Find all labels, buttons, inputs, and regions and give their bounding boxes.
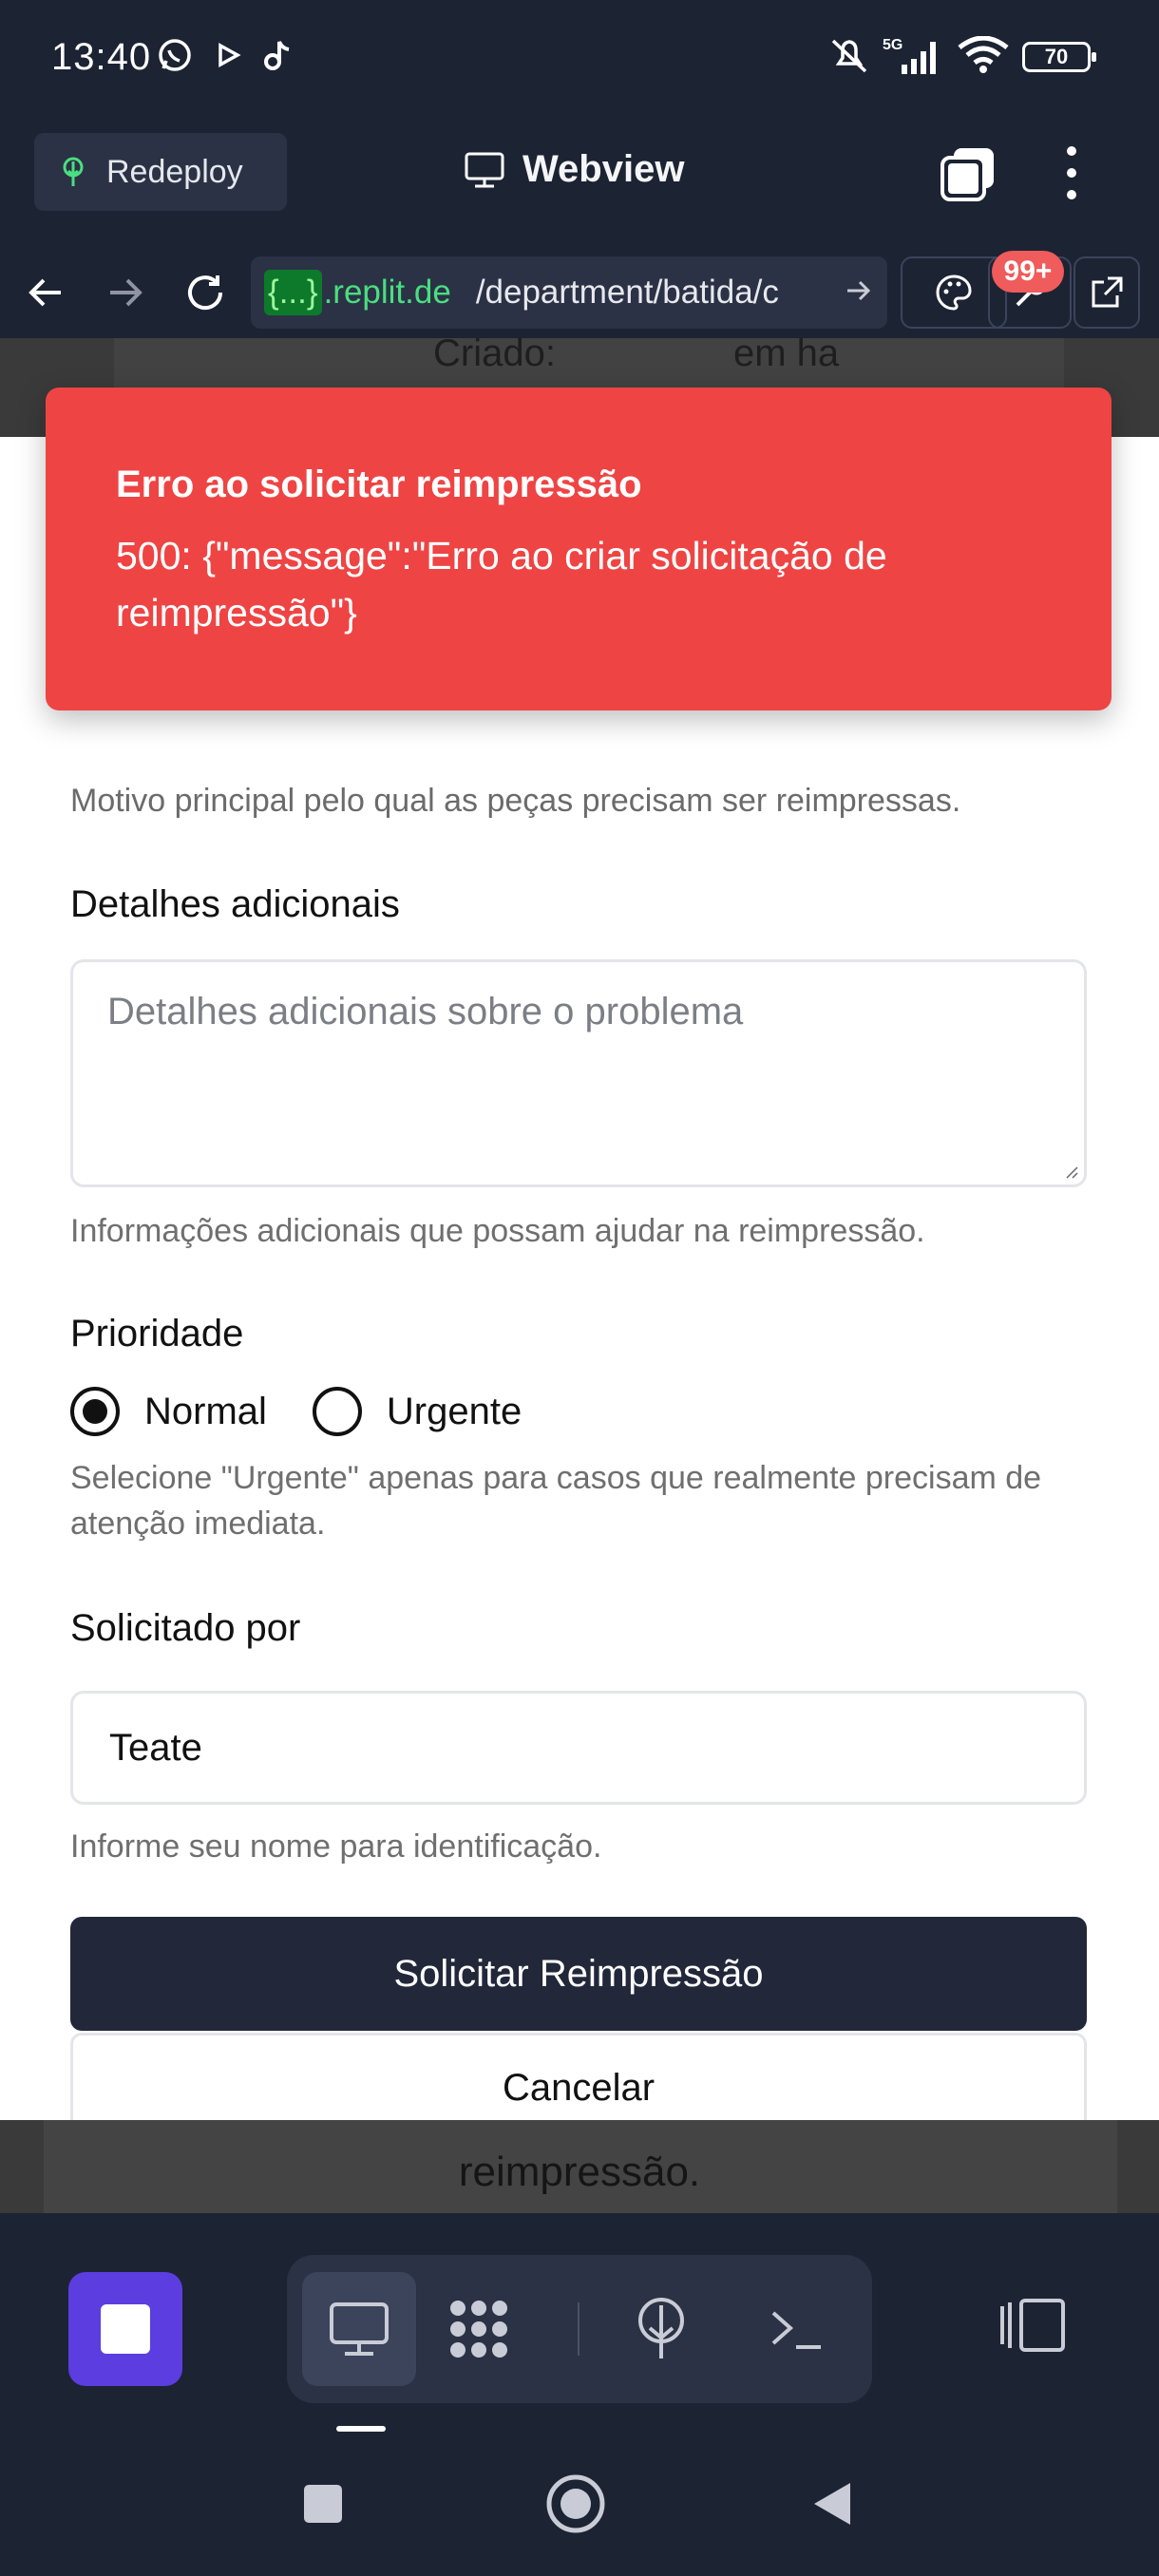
created-value: em ha <box>733 338 840 374</box>
signal-icon: 5G <box>880 34 946 76</box>
url-host: .replit.de <box>323 274 451 311</box>
requested-by-input[interactable]: Teate <box>70 1691 1087 1805</box>
url-go-icon[interactable] <box>844 275 874 314</box>
error-toast[interactable]: Erro ao solicitar reimpressão 500: {"mes… <box>46 388 1112 710</box>
requested-by-label: Solicitado por <box>70 1607 301 1649</box>
priority-urgent-label[interactable]: Urgente <box>387 1391 522 1433</box>
priority-normal-label[interactable]: Normal <box>144 1391 267 1433</box>
reason-help-text: Motivo principal pelo qual as peças prec… <box>70 783 961 819</box>
webview-icon <box>330 2302 389 2356</box>
url-host-pill: {...} <box>264 270 322 315</box>
priority-help: Selecione "Urgente" apenas para casos qu… <box>70 1460 1042 1542</box>
deploy-tool-button[interactable] <box>604 2272 718 2386</box>
wifi-icon <box>956 34 1011 76</box>
toolbar-indicator <box>336 2426 386 2432</box>
resize-handle-icon[interactable] <box>1065 1165 1078 1179</box>
status-time: 13:40 <box>51 36 152 78</box>
submit-reprint-button[interactable]: Solicitar Reimpressão <box>70 1917 1087 2031</box>
forward-icon[interactable] <box>97 264 154 321</box>
details-placeholder: Detalhes adicionais sobre o problema <box>107 991 744 1032</box>
webview-tool-button[interactable] <box>302 2272 416 2386</box>
priority-normal-radio[interactable] <box>70 1387 120 1436</box>
stop-button[interactable] <box>68 2272 182 2386</box>
url-input[interactable]: {...} .replit.de /department/batida/c <box>251 256 887 329</box>
tabs-icon <box>940 148 994 201</box>
workspace-tool-button[interactable] <box>422 2272 536 2386</box>
panel-icon <box>1000 2299 1065 2352</box>
toast-title: Erro ao solicitar reimpressão <box>116 464 642 505</box>
deploy-icon <box>638 2298 684 2358</box>
shell-icon <box>771 2311 821 2349</box>
workspace-icon <box>450 2301 507 2358</box>
deploy-icon <box>63 157 84 186</box>
open-external-button[interactable] <box>1074 256 1140 329</box>
back-button[interactable] <box>794 2466 870 2542</box>
priority-label: Prioridade <box>70 1313 244 1354</box>
redeploy-label: Redeploy <box>106 153 243 190</box>
monitor-icon <box>465 152 504 187</box>
replit-app-bar: Redeploy Webview <box>0 114 1159 228</box>
notification-badge: 99+ <box>992 251 1064 293</box>
requested-by-value: Teate <box>109 1726 202 1769</box>
back-icon[interactable] <box>17 264 74 321</box>
tab-title-label: Webview <box>522 148 685 190</box>
triangle-back-icon <box>814 2483 850 2525</box>
toast-message: 500: {"message":"Erro ao criar solicitaç… <box>116 534 887 635</box>
android-nav-bar <box>0 2437 1159 2576</box>
recents-button[interactable] <box>285 2466 361 2542</box>
page-overlay-bottom: reimpressão. <box>0 2120 1159 2214</box>
home-button[interactable] <box>538 2466 614 2542</box>
more-options-button[interactable] <box>1053 142 1091 203</box>
requested-by-help: Informe seu nome para identificação. <box>70 1828 602 1865</box>
details-textarea[interactable]: Detalhes adicionais sobre o problema <box>70 959 1087 1187</box>
url-path: /department/batida/c <box>475 274 779 311</box>
background-bottom-text: reimpressão. <box>458 2149 701 2195</box>
whatsapp-icon <box>152 34 198 76</box>
webview-tab-title[interactable]: Webview <box>464 148 684 191</box>
replit-toolbar <box>0 2213 1159 2437</box>
stop-icon <box>101 2304 150 2354</box>
priority-radio-group: Normal Urgente <box>70 1387 522 1436</box>
mute-icon <box>825 34 874 76</box>
battery-icon: 70 <box>1022 42 1096 72</box>
tiktok-icon <box>258 34 296 76</box>
priority-urgent-radio[interactable] <box>312 1387 362 1436</box>
created-label: Criado: <box>433 338 556 374</box>
svg-text:5G: 5G <box>883 37 902 53</box>
details-help: Informações adicionais que possam ajudar… <box>70 1213 925 1249</box>
reload-icon[interactable] <box>177 264 234 321</box>
tool-group <box>287 2255 872 2403</box>
external-link-icon <box>1092 276 1123 308</box>
tabs-switcher-button[interactable] <box>940 146 996 201</box>
status-bar: 13:40 5G 70 <box>0 0 1159 114</box>
shell-tool-button[interactable] <box>739 2272 853 2386</box>
details-label: Detalhes adicionais <box>70 883 400 925</box>
url-bar: {...} .replit.de /department/batida/c <box>0 237 1159 348</box>
panel-toggle-button[interactable] <box>994 2287 1070 2363</box>
play-icon <box>209 34 247 76</box>
square-icon <box>304 2485 342 2523</box>
palette-icon <box>936 275 972 311</box>
redeploy-button[interactable]: Redeploy <box>34 133 287 211</box>
home-circle-icon <box>546 2474 605 2533</box>
